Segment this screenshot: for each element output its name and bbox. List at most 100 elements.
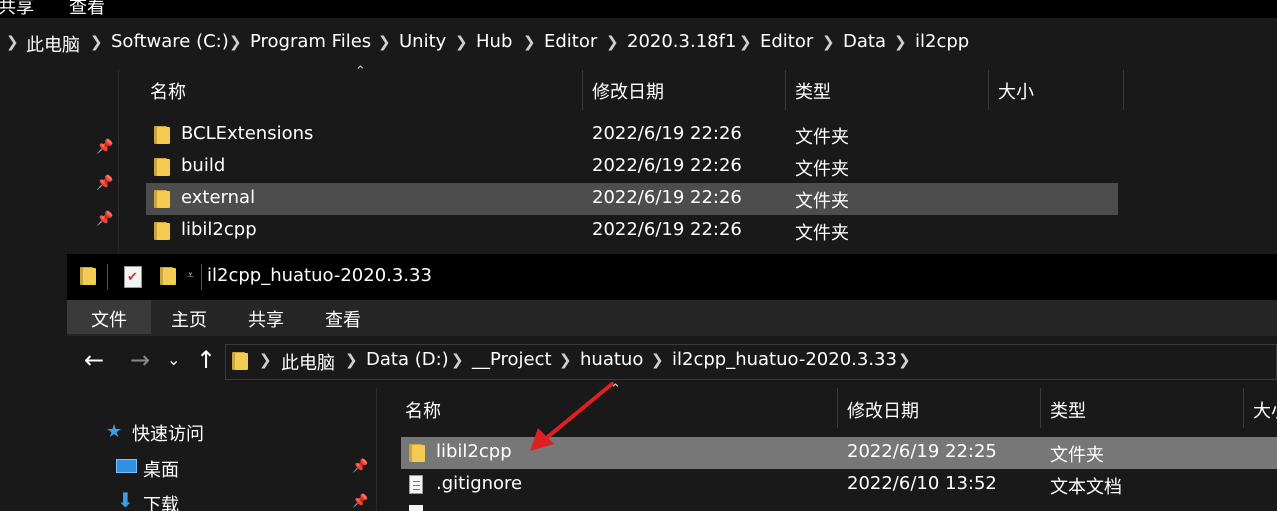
file-date: 2022/6/10 13:52 [847,473,997,494]
pin-icon[interactable]: 📌 [352,494,368,509]
download-icon: ⬇ [117,488,134,511]
column-divider[interactable] [582,70,583,110]
chevron-right-icon: ❯ [894,33,907,51]
chevron-right-icon: ❯ [822,33,835,51]
breadcrumb-editor[interactable]: Editor [544,31,597,52]
file-name: libil2cpp [181,219,257,240]
text-file-icon [409,475,423,494]
chevron-right-icon: ❯ [6,33,19,51]
column-divider[interactable] [1040,388,1041,428]
chevron-right-icon: ❯ [455,33,468,51]
file-type: 文本文档 [1050,477,1122,498]
pin-icon[interactable]: 📌 [96,175,114,193]
column-header-date[interactable]: 修改日期 [592,78,664,104]
file-name: .gitignore [436,473,523,494]
breadcrumb-project[interactable]: __Project [472,349,552,370]
chevron-right-icon: ❯ [378,33,391,51]
column-header-date[interactable]: 修改日期 [847,397,919,423]
column-header-name[interactable]: 名称 [405,397,441,423]
folder-icon [154,126,170,144]
chevron-right-icon[interactable]: ❯ [345,351,358,369]
file-type: 文件夹 [795,223,849,244]
toolbar-divider [107,264,108,290]
column-divider[interactable] [837,388,838,428]
tab-home[interactable]: 主页 [171,306,207,332]
navigation-pane[interactable] [67,388,375,511]
breadcrumb-program-files[interactable]: Program Files [250,31,371,52]
breadcrumb-il2cpp-huatuo[interactable]: il2cpp_huatuo-2020.3.33 [672,349,897,370]
breadcrumb-editor-2[interactable]: Editor [760,31,813,52]
customize-toolbar-icon[interactable]: ⩡ [187,268,194,283]
new-folder-icon[interactable] [160,267,176,285]
file-name: build [181,155,226,176]
file-name: external [181,187,256,208]
tab-file-label[interactable]: 文件 [91,306,127,332]
column-divider[interactable] [785,70,786,110]
chevron-right-icon[interactable]: ❯ [651,351,664,369]
pin-icon[interactable]: 📌 [96,139,114,157]
column-header-type[interactable]: 类型 [795,78,831,104]
back-tab-view[interactable]: 查看 [69,0,105,19]
file-name: BCLExtensions [181,123,314,144]
file-row[interactable]: libil2cpp 2022/6/19 22:26 文件夹 [146,215,1118,247]
tab-share[interactable]: 共享 [248,306,284,332]
column-divider[interactable] [1243,388,1244,428]
breadcrumb-software-c[interactable]: Software (C:) [111,31,229,52]
file-row[interactable]: .gitignore 2022/6/10 13:52 文本文档 [401,469,1277,501]
chevron-right-icon: ❯ [523,33,536,51]
nav-downloads[interactable]: 下载 [143,491,179,511]
back-tab-share[interactable]: 共享 [0,0,34,19]
chevron-right-icon[interactable]: ❯ [898,351,911,369]
folder-icon [232,352,248,370]
window-title: il2cpp_huatuo-2020.3.33 [207,265,432,286]
file-row[interactable]: build 2022/6/19 22:26 文件夹 [146,151,1118,183]
pin-icon[interactable]: 📌 [352,459,368,474]
breadcrumb-il2cpp[interactable]: il2cpp [915,31,969,52]
chevron-right-icon[interactable]: ❯ [451,351,464,369]
column-header-name[interactable]: 名称 [150,78,186,104]
column-divider[interactable] [988,70,989,110]
breadcrumb-data-d[interactable]: Data (D:) [366,349,449,370]
file-date: 2022/6/19 22:26 [592,187,742,208]
breadcrumb-this-pc[interactable]: 此电脑 [26,31,80,57]
file-date: 2022/6/19 22:26 [592,219,742,240]
column-header-size[interactable]: 大小 [998,78,1034,104]
breadcrumb-version[interactable]: 2020.3.18f1 [627,31,736,52]
column-header-size-clip: 大小 [1253,388,1277,428]
column-divider[interactable] [1123,70,1124,110]
column-header-type[interactable]: 类型 [1050,397,1086,423]
file-date: 2022/6/19 22:26 [592,155,742,176]
folder-icon [409,444,425,462]
file-type: 文件夹 [795,191,849,212]
breadcrumb-this-pc[interactable]: 此电脑 [281,349,335,375]
breadcrumb-data[interactable]: Data [843,31,886,52]
chevron-right-icon[interactable]: ❯ [259,351,272,369]
tab-view[interactable]: 查看 [325,306,361,332]
file-row-selected[interactable]: external 2022/6/19 22:26 文件夹 [146,183,1118,215]
recent-locations-icon[interactable]: ⌄ [167,350,180,369]
properties-icon[interactable]: ✔ [124,266,142,288]
file-name: libil2cpp [436,441,512,462]
file-type: 文件夹 [795,127,849,148]
breadcrumb-huatuo[interactable]: huatuo [580,349,643,370]
folder-icon [154,222,170,240]
nav-quick-access[interactable]: 快速访问 [132,420,204,446]
desktop-icon [116,459,137,473]
star-icon: ★ [106,421,123,442]
forward-arrow-icon[interactable]: → [130,346,150,374]
annotation-arrow-icon [530,382,614,451]
toolbar-divider [201,264,202,290]
file-row[interactable]: BCLExtensions 2022/6/19 22:26 文件夹 [146,119,1118,151]
title-bar[interactable]: ✔ ⩡ il2cpp_huatuo-2020.3.33 [67,254,1277,300]
file-date: 2022/6/19 22:25 [847,441,997,462]
breadcrumb-hub[interactable]: Hub [476,31,512,52]
column-header-size[interactable]: 大小 [1253,397,1277,423]
up-arrow-icon[interactable]: ↑ [196,346,216,374]
chevron-right-icon: ❯ [90,33,103,51]
breadcrumb-unity[interactable]: Unity [399,31,446,52]
nav-desktop[interactable]: 桌面 [143,456,179,482]
chevron-right-icon[interactable]: ❯ [559,351,572,369]
file-icon-partial [409,505,423,511]
back-arrow-icon[interactable]: ← [84,346,104,374]
pin-icon[interactable]: 📌 [96,211,114,229]
